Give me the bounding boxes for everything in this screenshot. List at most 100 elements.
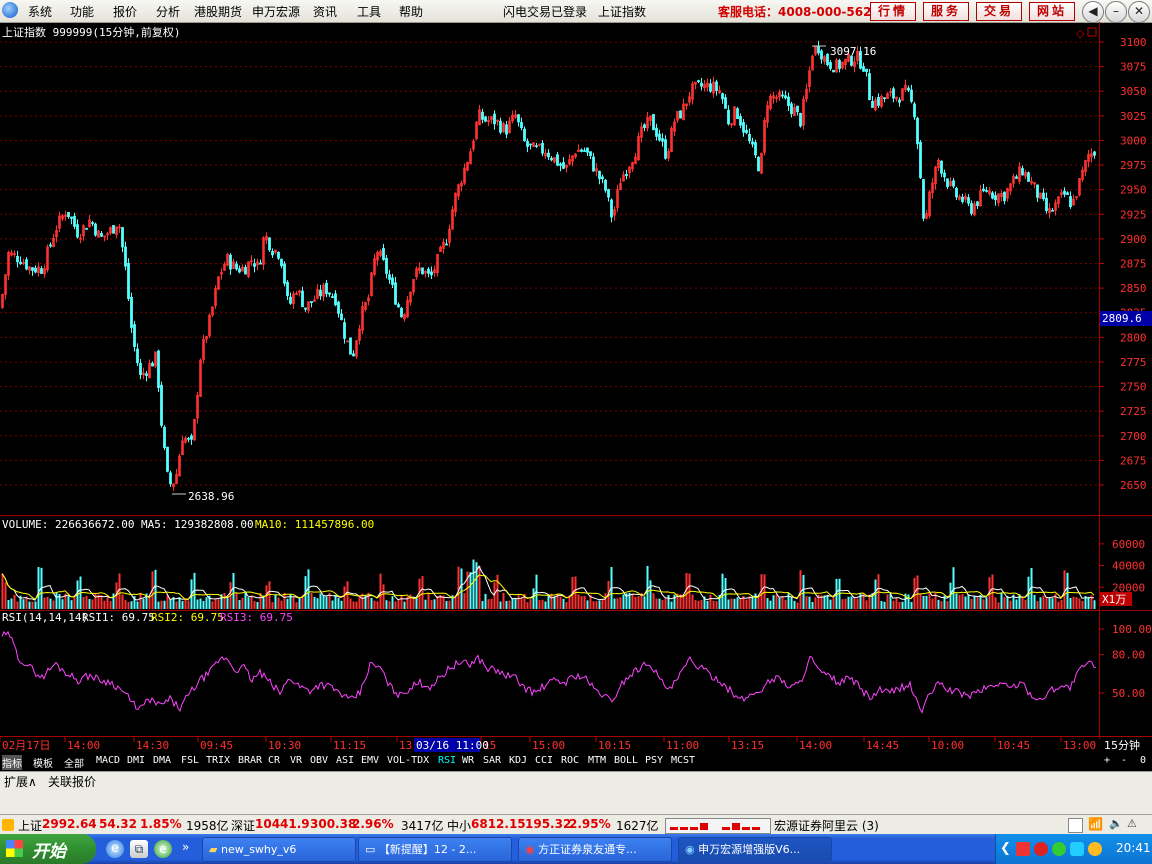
indicator-tab-cci[interactable]: CCI — [535, 755, 553, 766]
menu-system[interactable]: 系统 — [28, 3, 52, 20]
indicator-tab-dma[interactable]: DMA — [153, 755, 171, 766]
period-label[interactable]: 15分钟 — [1104, 738, 1140, 752]
indicator-tab-boll[interactable]: BOLL — [614, 755, 638, 766]
expand-icon[interactable] — [1087, 27, 1097, 37]
candle-body — [139, 363, 142, 376]
rsi-line — [1, 630, 1097, 714]
candle-body — [757, 156, 760, 172]
ie-icon[interactable]: e — [106, 840, 124, 858]
menu-help[interactable]: 帮助 — [399, 3, 423, 20]
rsi-params-label: RSI(14,14,14) — [2, 611, 88, 624]
zoom-in-button[interactable]: + — [1104, 755, 1110, 766]
start-button[interactable]: 开始 — [0, 834, 96, 864]
indicator-tab-rsi[interactable]: RSI — [438, 755, 456, 766]
volume-bar — [235, 593, 238, 609]
quicklaunch-more-icon[interactable]: » — [182, 840, 189, 854]
app-icon: ◉ — [685, 843, 695, 856]
indicator-tab-wr[interactable]: WR — [462, 755, 474, 766]
volume-bar — [478, 565, 481, 609]
service-button[interactable]: 服务 — [923, 2, 969, 21]
volume-bar — [583, 595, 586, 609]
indicator-tab-emv[interactable]: EMV — [361, 755, 379, 766]
candle-body — [739, 116, 742, 126]
candle-body — [751, 141, 754, 145]
back-icon[interactable]: ◀ — [1082, 1, 1104, 23]
menu-quote[interactable]: 报价 — [113, 3, 137, 20]
menu-analysis[interactable]: 分析 — [156, 3, 180, 20]
indicator-tab-kdj[interactable]: KDJ — [509, 755, 527, 766]
close-icon[interactable]: ✕ — [1128, 1, 1150, 23]
indicator-tab-psy[interactable]: PSY — [645, 755, 663, 766]
flash-trade-status: 闪电交易已登录 — [503, 5, 588, 19]
volume-bar — [10, 598, 13, 609]
indicator-tab-[interactable]: 指标 — [2, 755, 22, 770]
task-founder[interactable]: ◉ 方正证券泉友通专... — [518, 837, 672, 862]
indicator-tab-brar[interactable]: BRAR — [238, 755, 262, 766]
task-swhy-enhanced[interactable]: ◉ 申万宏源增强版V6... — [678, 837, 832, 862]
desktop-icon[interactable]: ⧉ — [130, 840, 148, 858]
indicator-tab-sar[interactable]: SAR — [483, 755, 501, 766]
time-tick-label: 14:45 — [866, 739, 899, 752]
indicator-tab-[interactable]: 模板 — [33, 755, 53, 770]
indicator-tab-fsl[interactable]: FSL — [181, 755, 199, 766]
indicator-tab-macd[interactable]: MACD — [96, 755, 120, 766]
indicator-tab-mtm[interactable]: MTM — [588, 755, 606, 766]
tray-security-icon[interactable] — [1034, 842, 1048, 856]
menu-hk-futures[interactable]: 港股期货 — [194, 3, 242, 20]
tray-volume-icon[interactable] — [1088, 842, 1102, 856]
menu-tools[interactable]: 工具 — [357, 3, 381, 20]
extension-bar: 扩展∧ 关联报价 — [0, 771, 1152, 789]
chart-area[interactable]: 3100 3075 3050 3025 3000 2975 2950 2925 2900 2875… — [0, 22, 1152, 753]
volume-bar — [106, 597, 109, 609]
candle-body — [517, 114, 520, 123]
candle-body — [166, 446, 169, 472]
price-tick-label: 2850 — [1120, 282, 1147, 295]
volume-y-axis: 600004000020000 — [1099, 538, 1145, 594]
task-reminder[interactable]: ▭ 【新提醒】12 - 2... — [358, 837, 512, 862]
diamond-icon[interactable]: ◇ — [1076, 27, 1085, 40]
reset-button[interactable]: 0 — [1140, 755, 1146, 766]
market-button[interactable]: 行情 — [870, 2, 916, 21]
indicator-tab-voltdx[interactable]: VOL-TDX — [387, 755, 429, 766]
menu-info[interactable]: 资讯 — [313, 3, 337, 20]
indicator-tab-asi[interactable]: ASI — [336, 755, 354, 766]
status-bar: 上证 2992.64 54.32 1.85% 1958亿 深证 10441.9 … — [0, 814, 1152, 835]
sz-change: 300.38 — [310, 817, 357, 831]
expand-toggle[interactable]: 扩展∧ — [4, 773, 37, 790]
zoom-out-button[interactable]: - — [1121, 755, 1127, 766]
price-tick-label: 2800 — [1120, 331, 1147, 344]
menu-swhy[interactable]: 申万宏源 — [252, 3, 300, 20]
candle-body — [163, 426, 166, 449]
tray-collapse-icon[interactable]: ❮ — [1000, 841, 1011, 856]
candle-body — [826, 53, 829, 66]
indicator-tab-vr[interactable]: VR — [290, 755, 302, 766]
tray-shield-icon[interactable] — [1070, 842, 1084, 856]
indicator-tab-[interactable]: 全部 — [64, 755, 84, 770]
window-icon[interactable] — [1068, 818, 1083, 833]
volume-bar — [946, 601, 949, 609]
broker-server[interactable]: 宏源证券阿里云 (3) — [774, 817, 879, 834]
tray-network-icon[interactable] — [1052, 842, 1066, 856]
task-new-swhy[interactable]: ▰ new_swhy_v6 — [202, 837, 356, 862]
indicator-tab-trix[interactable]: TRIX — [206, 755, 230, 766]
candle-body — [547, 152, 550, 158]
candle-body — [892, 88, 895, 99]
trade-button[interactable]: 交易 — [976, 2, 1022, 21]
related-quotes-tab[interactable]: 关联报价 — [48, 773, 96, 790]
indicator-tab-dmi[interactable]: DMI — [127, 755, 145, 766]
zx-name: 中小 — [447, 819, 472, 833]
browser-icon[interactable]: e — [154, 840, 172, 858]
candle-body — [427, 268, 430, 274]
menu-function[interactable]: 功能 — [70, 3, 94, 20]
volume-bar — [976, 596, 979, 609]
volume-bar — [961, 594, 964, 609]
indicator-tab-cr[interactable]: CR — [268, 755, 280, 766]
minimize-icon[interactable]: – — [1105, 1, 1127, 23]
website-button[interactable]: 网站 — [1029, 2, 1075, 21]
indicator-tab-obv[interactable]: OBV — [310, 755, 328, 766]
indicator-tab-mcst[interactable]: MCST — [671, 755, 695, 766]
sound-icon[interactable]: 🔈 — [1109, 817, 1123, 830]
indicator-tab-roc[interactable]: ROC — [561, 755, 579, 766]
tray-app-icon[interactable] — [1016, 842, 1030, 856]
volume-bar — [91, 599, 94, 609]
